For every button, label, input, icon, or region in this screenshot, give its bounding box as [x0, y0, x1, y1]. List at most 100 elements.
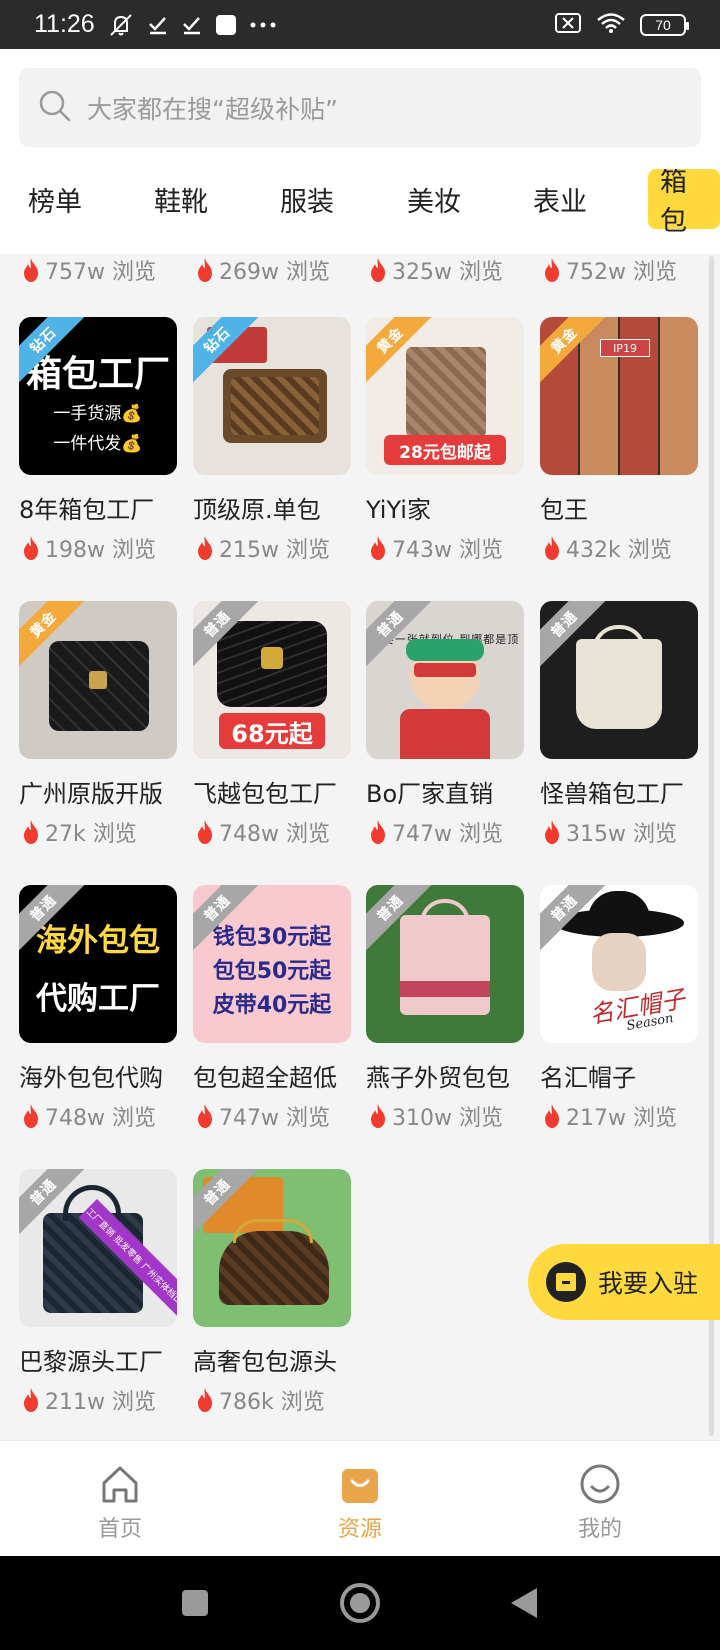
shop-thumbnail: 海外包包 代购工厂 普通 [19, 885, 177, 1043]
flame-icon [24, 1104, 38, 1128]
shop-views: 748w 浏览 [19, 1100, 156, 1132]
flame-icon [24, 1388, 38, 1412]
tab-watches[interactable]: 表业 [533, 169, 587, 229]
shop-views: 315w 浏览 [540, 816, 677, 848]
search-placeholder: 大家都在搜“超级补贴” [87, 94, 338, 124]
tab-bags[interactable]: 箱包 [648, 169, 720, 237]
shop-views: 198w 浏览 [19, 532, 156, 564]
flame-icon [24, 536, 38, 560]
flame-icon [198, 820, 212, 844]
shop-thumbnail: 钻石 [193, 317, 351, 475]
shop-name: Bo厂家直销 [366, 780, 494, 808]
nav-home-label: 首页 [97, 1517, 142, 1542]
join-button[interactable]: 我要入驻 [528, 1244, 720, 1320]
flame-icon [198, 536, 212, 560]
shop-thumbnail: 68元起 普通 [193, 601, 351, 759]
square-icon [182, 1590, 208, 1616]
flame-icon [24, 258, 38, 282]
flame-icon [24, 820, 38, 844]
shop-thumbnail: 一件代发 工厂直销 批发零售 广州实体档口可随时看货 普通 [19, 1169, 177, 1327]
flame-icon [545, 536, 559, 560]
shop-name: 8年箱包工厂 [19, 496, 155, 524]
check-icon [181, 14, 203, 36]
shop-name: 怪兽箱包工厂 [540, 780, 684, 808]
recent-apps-button[interactable] [165, 1556, 225, 1650]
shop-thumbnail: 只要一张就到位 到哪都是顶呢 普通 [366, 601, 524, 759]
shop-views: 748w 浏览 [193, 816, 330, 848]
shop-views: 211w 浏览 [19, 1384, 156, 1416]
search-bar[interactable]: 大家都在搜“超级补贴” [19, 68, 701, 147]
flame-icon [371, 1104, 385, 1128]
more-icon [249, 21, 277, 29]
shop-name: 海外包包代购 [19, 1064, 163, 1092]
wifi-icon [596, 12, 626, 38]
header: 大家都在搜“超级补贴” 榜单 鞋靴 服装 美妆 表业 箱包 [0, 49, 720, 254]
nav-home[interactable]: 首页 [60, 1441, 180, 1557]
category-tabs: 榜单 鞋靴 服装 美妆 表业 箱包 [0, 169, 720, 249]
shop-name: YiYi家 [366, 496, 431, 524]
shop-name: 名汇帽子 [540, 1064, 636, 1092]
home-button[interactable] [330, 1556, 390, 1650]
shop-thumbnail: 名汇帽子 Season 普通 [540, 885, 698, 1043]
flame-icon [371, 820, 385, 844]
shop-views: 310w 浏览 [366, 1100, 503, 1132]
shop-views: 786k 浏览 [193, 1384, 325, 1416]
nav-resources-label: 资源 [337, 1517, 382, 1542]
flame-icon [545, 820, 559, 844]
flame-icon [545, 258, 559, 282]
flame-icon [371, 258, 385, 282]
status-time: 11:26 [34, 10, 95, 38]
shop-name: 燕子外贸包包 [366, 1064, 510, 1092]
shop-thumbnail: 钱包30元起 包包50元起 皮带40元起 普通 [193, 885, 351, 1043]
bag-icon [339, 1463, 381, 1505]
shop-name: 广州原版开版 [19, 780, 163, 808]
flame-icon [545, 1104, 559, 1128]
circle-icon [340, 1583, 380, 1623]
tab-clothing[interactable]: 服装 [280, 169, 334, 229]
mute-icon [107, 13, 135, 37]
shop-thumbnail: 28元包邮起 黄金 [366, 317, 524, 475]
shop-thumbnail: 箱包工厂 一手货源💰 一件代发💰 钻石 [19, 317, 177, 475]
top-views-1: 757w 浏览 [19, 254, 156, 286]
top-views-2: 269w 浏览 [193, 254, 330, 286]
tab-beauty[interactable]: 美妆 [407, 169, 461, 229]
smile-icon [579, 1463, 621, 1505]
shop-name: 包包超全超低 [193, 1064, 337, 1092]
shop-views: 215w 浏览 [193, 532, 330, 564]
tab-rankings[interactable]: 榜单 [28, 169, 82, 229]
bottom-nav: 首页 资源 我的 [0, 1440, 720, 1556]
shop-name: 飞越包包工厂 [193, 780, 337, 808]
nav-resources[interactable]: 资源 [300, 1441, 420, 1557]
shop-views: 27k 浏览 [19, 816, 137, 848]
shop-thumbnail: 普通 [193, 1169, 351, 1327]
check-icon [147, 14, 169, 36]
shop-thumbnail: IP19 黄金 [540, 317, 698, 475]
flame-icon [198, 1104, 212, 1128]
tab-shoes[interactable]: 鞋靴 [154, 169, 208, 229]
shop-views: 747w 浏览 [366, 816, 503, 848]
nav-mine[interactable]: 我的 [540, 1441, 660, 1557]
back-triangle-icon [511, 1588, 537, 1618]
shop-thumbnail: 普通 [366, 885, 524, 1043]
nav-mine-label: 我的 [577, 1517, 622, 1542]
sim-off-icon [554, 12, 582, 38]
top-views-3: 325w 浏览 [366, 254, 503, 286]
back-button[interactable] [494, 1556, 554, 1650]
shop-name: 包王 [540, 496, 588, 524]
battery-indicator: 70 [640, 13, 689, 36]
flame-icon [371, 536, 385, 560]
shop-thumbnail: 黄金 [19, 601, 177, 759]
shop-views: 217w 浏览 [540, 1100, 677, 1132]
shop-views: 432k 浏览 [540, 532, 672, 564]
shop-name: 高奢包包源头 [193, 1348, 337, 1376]
top-views-4: 752w 浏览 [540, 254, 677, 286]
store-icon [546, 1262, 586, 1302]
shop-views: 743w 浏览 [366, 532, 503, 564]
status-bar: 11:26 70 [0, 0, 720, 49]
shop-views: 747w 浏览 [193, 1100, 330, 1132]
flame-icon [198, 258, 212, 282]
badge-gold: 黄金 [540, 317, 609, 385]
search-icon [37, 88, 73, 128]
flame-icon [198, 1388, 212, 1412]
join-button-label: 我要入驻 [598, 1269, 699, 1298]
